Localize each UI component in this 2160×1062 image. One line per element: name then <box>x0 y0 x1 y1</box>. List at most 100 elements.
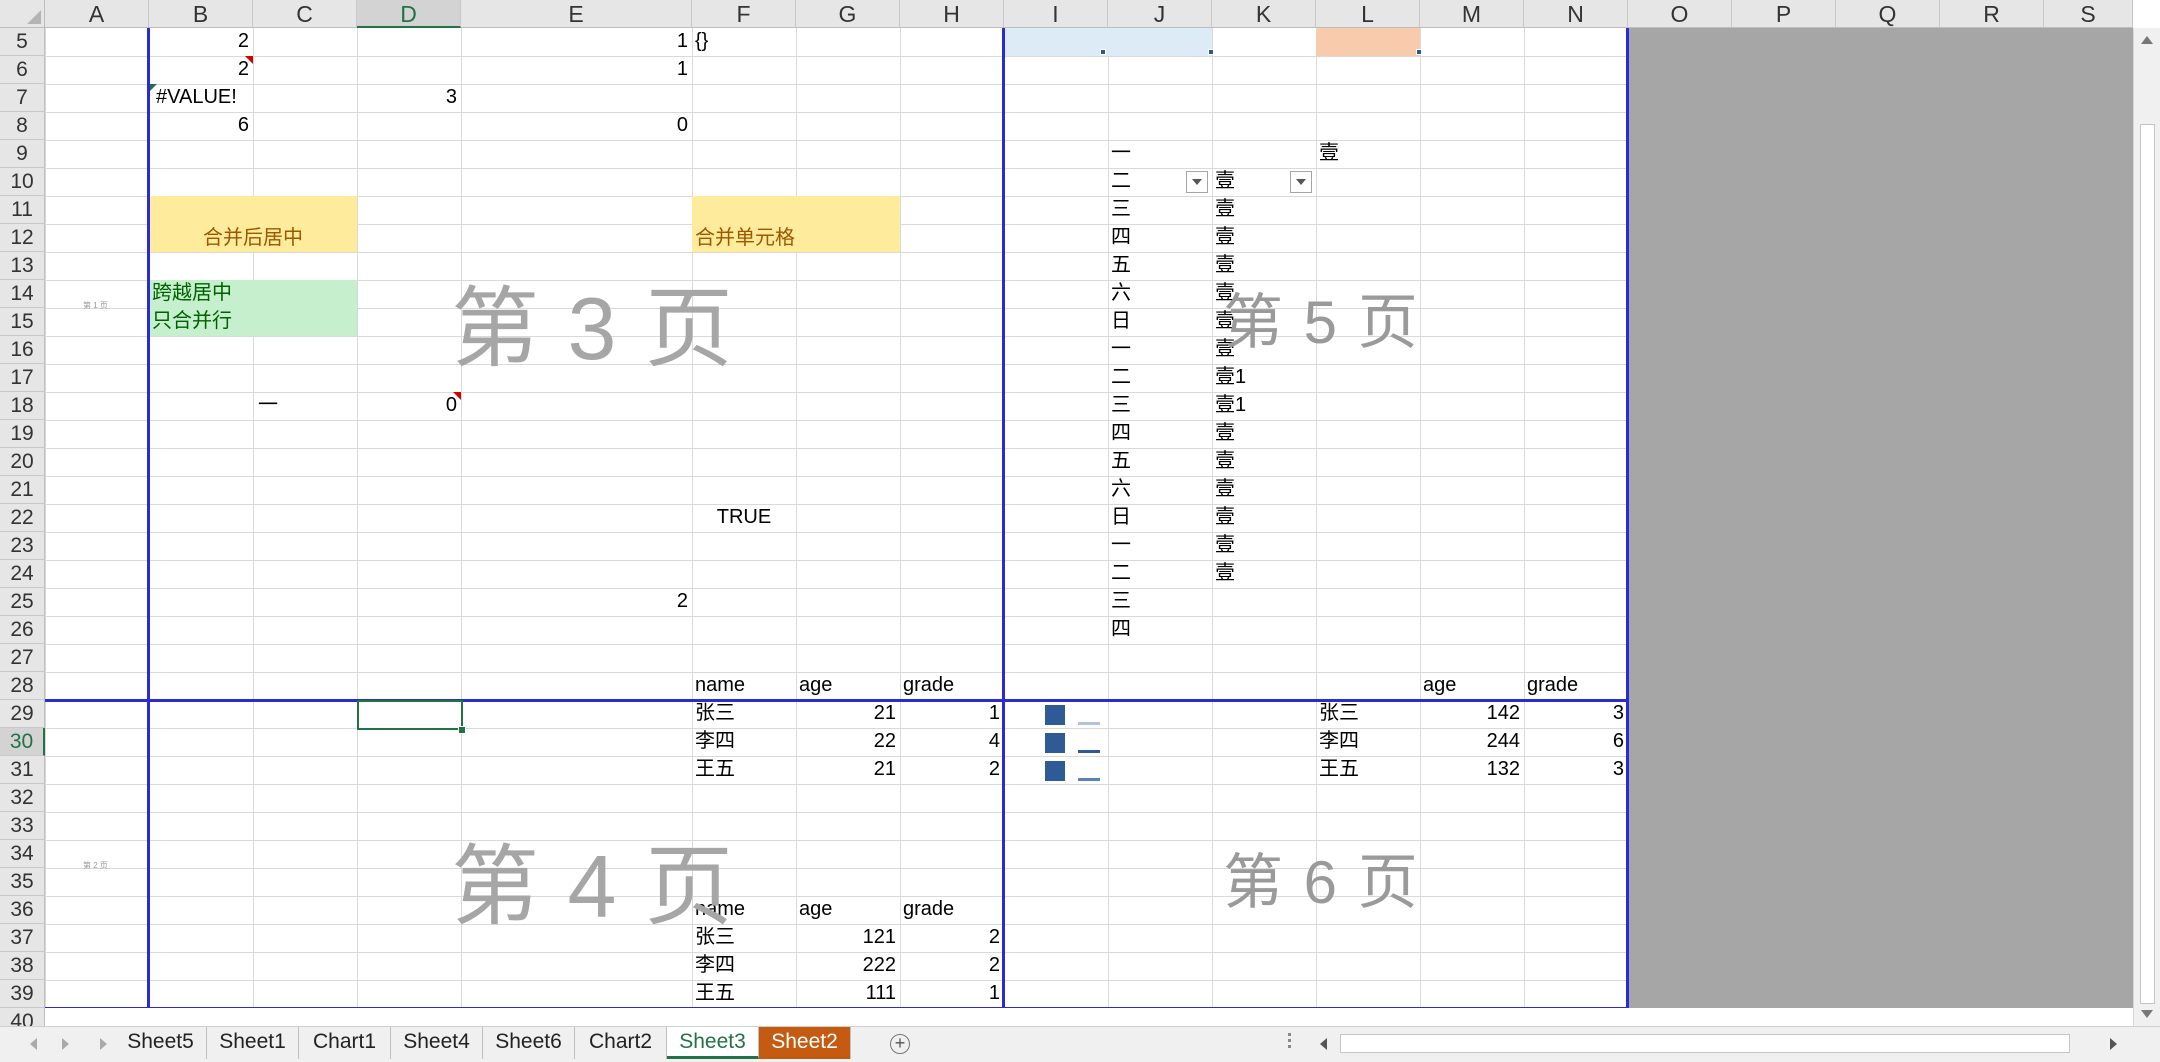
comment-indicator-icon[interactable] <box>453 392 461 400</box>
weekday-cell[interactable]: 四 <box>1108 420 1212 448</box>
cell-f5[interactable]: {} <box>692 28 796 56</box>
column-header-a[interactable]: A <box>45 0 149 28</box>
merged-center-cell[interactable]: 合并后居中 <box>149 196 357 252</box>
column-header-e[interactable]: E <box>461 0 692 28</box>
row-header[interactable]: 33 <box>0 812 45 840</box>
column-header-i[interactable]: I <box>1004 0 1108 28</box>
row-header[interactable]: 8 <box>0 112 45 140</box>
weekday-cell[interactable]: 一 <box>1108 140 1212 168</box>
row-header[interactable]: 6 <box>0 56 45 84</box>
column-header-n[interactable]: N <box>1524 0 1628 28</box>
cell-l9[interactable]: 壹 <box>1316 140 1420 168</box>
table-cell[interactable]: 21 <box>796 700 900 728</box>
weekday-cell[interactable]: 五 <box>1108 448 1212 476</box>
row-header[interactable]: 39 <box>0 980 45 1008</box>
row-header[interactable]: 24 <box>0 560 45 588</box>
column-header-c[interactable]: C <box>253 0 357 28</box>
sheet-tab-sheet5[interactable]: Sheet5 <box>115 1027 207 1059</box>
table-cell[interactable]: 张三 <box>1316 700 1420 728</box>
table-header[interactable]: name <box>692 672 796 700</box>
sheet-tab-sheet6[interactable]: Sheet6 <box>483 1027 575 1059</box>
column-header-l[interactable]: L <box>1316 0 1420 28</box>
table-cell[interactable]: 6 <box>1524 728 1628 756</box>
table-cell[interactable]: 李四 <box>1316 728 1420 756</box>
row-header[interactable]: 20 <box>0 448 45 476</box>
comment-indicator-icon[interactable] <box>245 56 253 64</box>
row-header[interactable]: 25 <box>0 588 45 616</box>
across-center-cell[interactable]: 跨越居中 只合并行 <box>149 280 357 336</box>
column-header-p[interactable]: P <box>1732 0 1836 28</box>
table-header[interactable]: grade <box>900 672 1004 700</box>
column-header-f[interactable]: F <box>692 0 796 28</box>
add-sheet-icon[interactable]: + <box>890 1034 910 1054</box>
horizontal-scrollbar[interactable] <box>1310 1031 2122 1057</box>
row-header[interactable]: 22 <box>0 504 45 532</box>
row-header[interactable]: 32 <box>0 784 45 812</box>
table-header[interactable]: age <box>1420 672 1524 700</box>
weekday-cell[interactable]: 二 <box>1108 560 1212 588</box>
scroll-left-icon[interactable] <box>1320 1038 1327 1050</box>
cell-c18[interactable]: 一 <box>255 392 359 420</box>
select-all-corner[interactable] <box>0 0 45 28</box>
row-header[interactable]: 26 <box>0 616 45 644</box>
table-cell[interactable]: 3 <box>1524 756 1628 784</box>
cell-e6[interactable]: 1 <box>461 56 692 84</box>
weekday-cell[interactable]: 日 <box>1108 308 1212 336</box>
sheet-tab-sheet3[interactable]: Sheet3 <box>667 1027 759 1059</box>
scroll-up-icon[interactable] <box>2141 36 2153 44</box>
scroll-right-icon[interactable] <box>2110 1038 2117 1050</box>
table-cell[interactable]: 王五 <box>1316 756 1420 784</box>
column-header-m[interactable]: M <box>1420 0 1524 28</box>
column-header-o[interactable]: O <box>1628 0 1732 28</box>
error-indicator-icon[interactable] <box>149 84 157 92</box>
sheet-tab-sheet4[interactable]: Sheet4 <box>391 1027 483 1059</box>
weekday-cell[interactable]: 三 <box>1108 588 1212 616</box>
column-header-s[interactable]: S <box>2044 0 2133 28</box>
cell-d18[interactable]: 0 <box>357 392 461 420</box>
column-header-j[interactable]: J <box>1108 0 1212 28</box>
capital-cell[interactable]: 壹 <box>1212 420 1316 448</box>
table-cell[interactable]: 132 <box>1420 756 1524 784</box>
table-cell[interactable]: 21 <box>796 756 900 784</box>
column-header-k[interactable]: K <box>1212 0 1316 28</box>
cell-e25[interactable]: 2 <box>461 588 692 616</box>
cell-b6[interactable]: 2 <box>149 56 253 84</box>
weekday-cell[interactable]: 三 <box>1108 196 1212 224</box>
column-header-b[interactable]: B <box>149 0 253 28</box>
table-cell[interactable]: 王五 <box>692 756 796 784</box>
row-header[interactable]: 7 <box>0 84 45 112</box>
table-cell[interactable]: 3 <box>1524 700 1628 728</box>
capital-cell[interactable]: 壹 <box>1212 532 1316 560</box>
table-header[interactable]: age <box>796 896 900 924</box>
tab-scroll-left-icon[interactable] <box>30 1038 37 1050</box>
row-header[interactable]: 18 <box>0 392 45 420</box>
weekday-cell[interactable]: 日 <box>1108 504 1212 532</box>
column-header-h[interactable]: H <box>900 0 1004 28</box>
row-header[interactable]: 34 <box>0 840 45 868</box>
capital-cell[interactable]: 壹 <box>1212 476 1316 504</box>
tab-scroll-right-icon[interactable] <box>62 1038 69 1050</box>
active-cell-selection[interactable] <box>357 700 463 730</box>
row-header[interactable]: 31 <box>0 756 45 784</box>
table-cell[interactable]: 2 <box>900 756 1004 784</box>
horizontal-scroll-thumb[interactable] <box>1340 1034 2070 1053</box>
dropdown-arrow-icon[interactable] <box>1186 171 1208 193</box>
table-header[interactable]: grade <box>1524 672 1628 700</box>
column-header-d[interactable]: D <box>357 0 461 28</box>
cell-f22[interactable]: TRUE <box>692 504 796 532</box>
weekday-cell[interactable]: 四 <box>1108 616 1212 644</box>
row-header[interactable]: 21 <box>0 476 45 504</box>
merged-cells-cell[interactable]: 合并单元格 <box>692 196 900 252</box>
table-cell[interactable]: 王五 <box>692 980 796 1008</box>
table-cell[interactable]: 李四 <box>692 728 796 756</box>
row-header[interactable]: 16 <box>0 336 45 364</box>
row-header[interactable]: 30 <box>0 728 45 756</box>
weekday-cell[interactable]: 二 <box>1108 364 1212 392</box>
weekday-cell[interactable]: 四 <box>1108 224 1212 252</box>
vertical-scrollbar[interactable] <box>2133 28 2160 1026</box>
sheet-tab-sheet2[interactable]: Sheet2 <box>759 1027 851 1059</box>
highlight-cell-l5[interactable] <box>1316 28 1420 56</box>
sheet-tab-sheet1[interactable]: Sheet1 <box>207 1027 299 1059</box>
row-header[interactable]: 27 <box>0 644 45 672</box>
cell-b7[interactable]: #VALUE! <box>153 84 257 112</box>
